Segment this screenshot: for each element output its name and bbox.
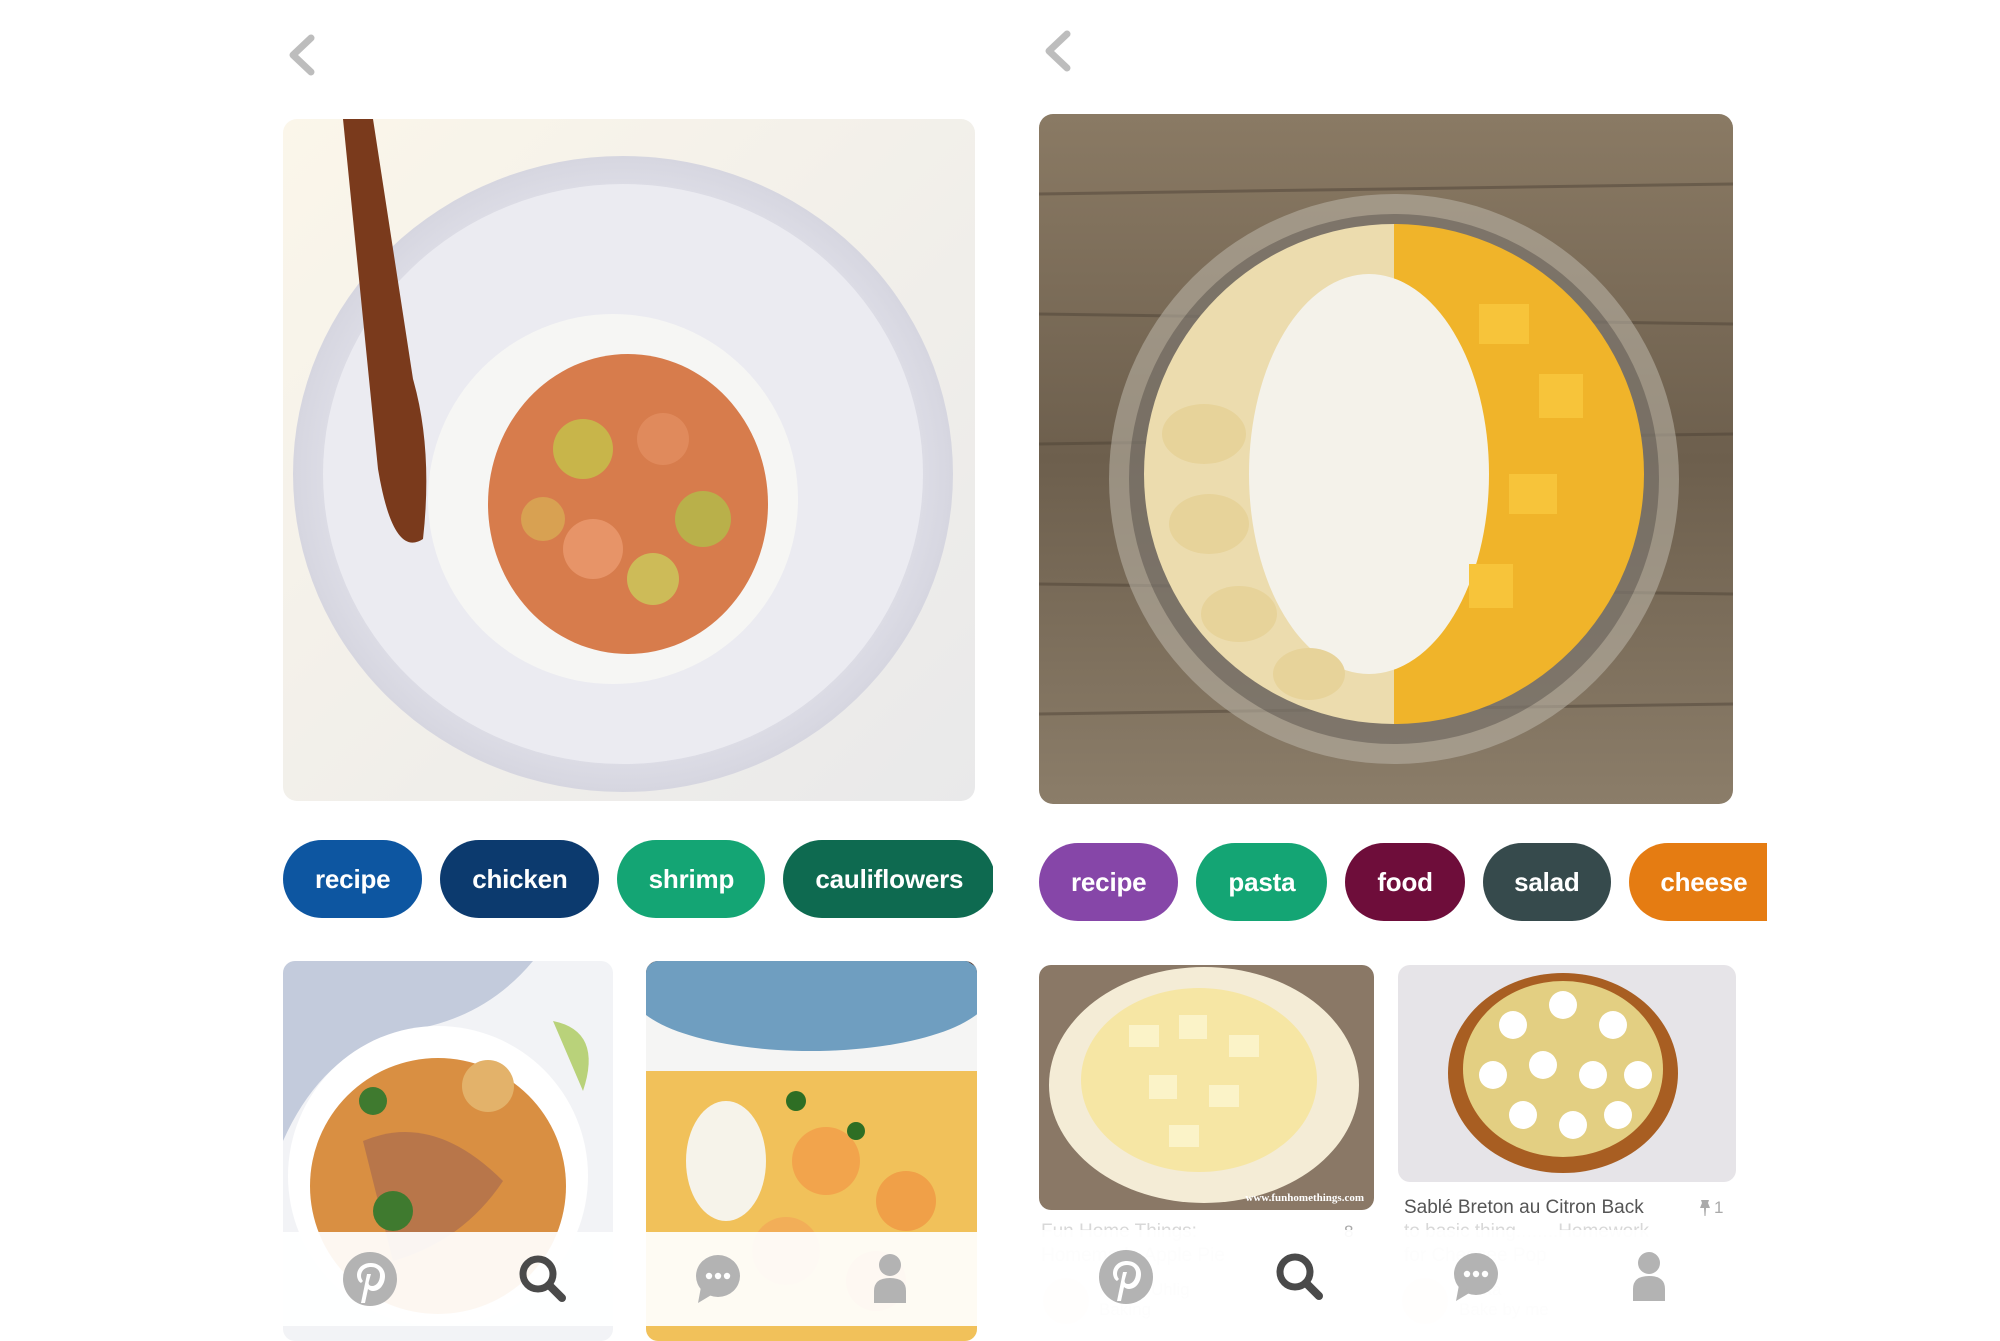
back-button[interactable] xyxy=(283,32,323,78)
fruit-bowl-image xyxy=(1039,114,1733,804)
tag-cauliflowers[interactable]: cauliflowers xyxy=(783,840,993,918)
chat-bubble-icon xyxy=(1453,1253,1498,1301)
pin-count: 1 xyxy=(1699,1198,1723,1218)
search-icon xyxy=(1276,1253,1324,1300)
watermark: www.funhomethings.com xyxy=(1245,1192,1364,1204)
tag-shrimp[interactable]: shrimp xyxy=(617,840,766,918)
tag-list: recipe pasta food salad cheese xyxy=(1039,843,1767,921)
tag-chicken[interactable]: chicken xyxy=(440,840,600,918)
nav-messages[interactable] xyxy=(1445,1247,1505,1307)
chevron-left-icon xyxy=(289,34,315,76)
pinterest-logo-icon xyxy=(342,1252,397,1306)
pin-card[interactable] xyxy=(1398,965,1736,1182)
chat-bubble-icon xyxy=(695,1255,740,1303)
tag-cheese[interactable]: cheese xyxy=(1628,843,1767,921)
nav-profile[interactable] xyxy=(860,1249,920,1309)
left-panel: recipe chicken shrimp cauliflowers xyxy=(283,0,993,1341)
nav-messages[interactable] xyxy=(687,1249,747,1309)
lemon-tart-image xyxy=(1398,965,1736,1182)
tag-recipe[interactable]: recipe xyxy=(283,840,423,918)
tag-list: recipe chicken shrimp cauliflowers xyxy=(283,840,993,918)
nav-home[interactable] xyxy=(1096,1247,1156,1307)
search-icon xyxy=(519,1255,567,1302)
bottom-nav xyxy=(283,1232,977,1326)
nav-search[interactable] xyxy=(1270,1247,1330,1307)
apple-pie-image xyxy=(1039,965,1374,1210)
hero-image[interactable] xyxy=(283,119,975,801)
tag-food[interactable]: food xyxy=(1345,843,1465,921)
nav-home[interactable] xyxy=(340,1249,400,1309)
user-icon xyxy=(874,1254,907,1303)
pin-icon xyxy=(1700,1200,1710,1216)
hero-image[interactable] xyxy=(1039,114,1733,804)
poke-bowl-image xyxy=(283,119,975,801)
tag-salad[interactable]: salad xyxy=(1482,843,1611,921)
back-button[interactable] xyxy=(1039,28,1079,74)
nav-search[interactable] xyxy=(513,1249,573,1309)
pin-card[interactable]: www.funhomethings.com xyxy=(1039,965,1374,1210)
tag-pasta[interactable]: pasta xyxy=(1196,843,1328,921)
pinterest-logo-icon xyxy=(1099,1250,1154,1304)
bottom-nav xyxy=(1039,1230,1736,1324)
right-panel: recipe pasta food salad cheese www.funho… xyxy=(1039,0,1767,1325)
user-icon xyxy=(1632,1252,1665,1301)
chevron-left-icon xyxy=(1045,30,1071,72)
nav-profile[interactable] xyxy=(1619,1247,1679,1307)
tag-recipe[interactable]: recipe xyxy=(1039,843,1179,921)
